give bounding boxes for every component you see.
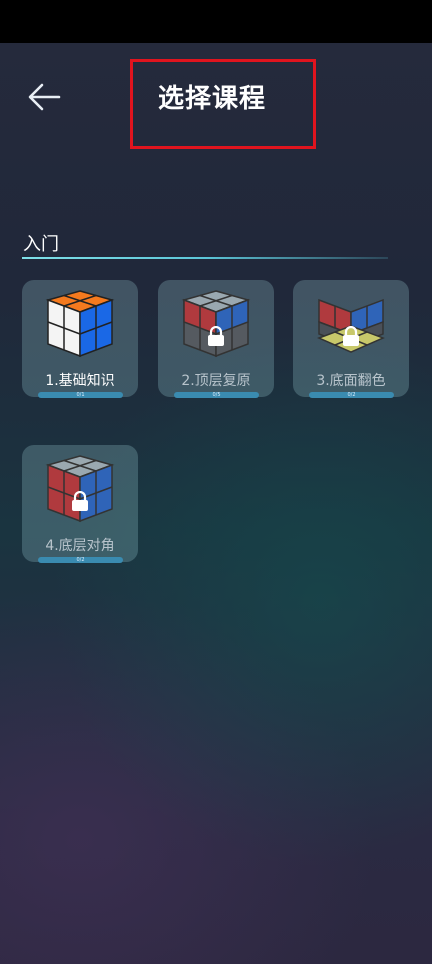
cube-orange-top-icon (45, 290, 115, 358)
lock-icon (343, 326, 359, 346)
back-arrow-icon (28, 83, 61, 111)
course-card-1[interactable]: 1.基础知识 0/1 (22, 280, 138, 398)
course-progress-bar: 0/1 (38, 392, 123, 398)
course-label: 1.基础知识 (45, 373, 115, 389)
section-title: 入门 (23, 234, 59, 255)
back-button[interactable] (24, 80, 64, 114)
course-label: 2.顶层复原 (181, 373, 251, 389)
progress-text: 0/2 (347, 392, 356, 398)
section-divider (22, 257, 388, 259)
course-progress-bar: 0/5 (174, 392, 259, 398)
course-progress-bar: 0/2 (38, 557, 123, 563)
course-card-3[interactable]: 3.底面翻色 0/2 (293, 280, 409, 398)
lock-icon (208, 326, 224, 346)
course-card-4[interactable]: 4.底层对角 0/2 (22, 445, 138, 563)
course-progress-bar: 0/2 (309, 392, 394, 398)
course-card-2[interactable]: 2.顶层复原 0/5 (158, 280, 274, 398)
status-bar (0, 0, 432, 43)
progress-text: 0/1 (76, 392, 85, 398)
page-title: 选择课程 (158, 84, 267, 114)
progress-text: 0/2 (76, 557, 85, 563)
lock-icon (72, 491, 88, 511)
course-label: 3.底面翻色 (316, 373, 386, 389)
progress-text: 0/5 (212, 392, 221, 398)
course-label: 4.底层对角 (45, 538, 115, 554)
